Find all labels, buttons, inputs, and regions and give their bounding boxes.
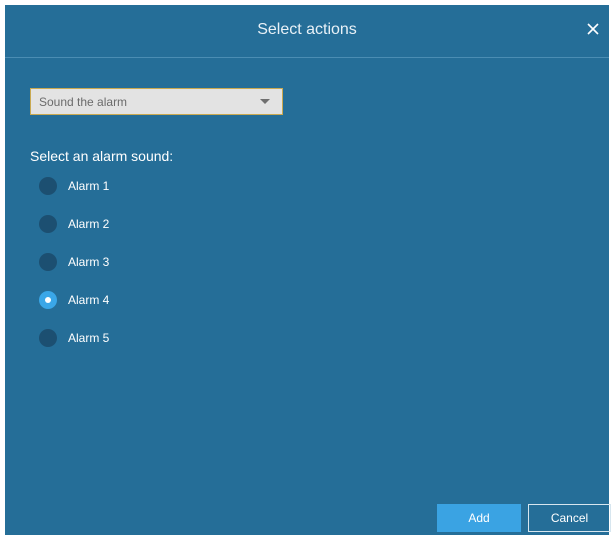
add-button[interactable]: Add <box>437 504 521 532</box>
action-select-value: Sound the alarm <box>39 95 128 109</box>
caret-down-icon <box>260 99 270 104</box>
alarm-radio-group: Alarm 1 Alarm 2 Alarm 3 Alarm 4 Alarm 5 <box>39 175 239 365</box>
alarm-radio-button[interactable] <box>39 329 57 347</box>
alarm-option-1[interactable]: Alarm 1 <box>39 175 239 213</box>
dialog-title: Select actions <box>257 21 357 38</box>
alarm-option-3[interactable]: Alarm 3 <box>39 251 239 289</box>
alarm-radio-button[interactable] <box>39 215 57 233</box>
alarm-option-5[interactable]: Alarm 5 <box>39 327 239 365</box>
close-icon-glyph <box>587 23 599 35</box>
alarm-option-label: Alarm 3 <box>68 255 110 269</box>
alarm-option-label: Alarm 2 <box>68 217 110 231</box>
alarm-radio-button[interactable] <box>39 253 57 271</box>
alarm-option-label: Alarm 1 <box>68 179 110 193</box>
close-icon[interactable] <box>583 19 603 39</box>
dialog-header: Select actions <box>5 5 609 58</box>
cancel-button[interactable]: Cancel <box>528 504 611 532</box>
select-actions-dialog: Select actions Sound the alarm Select an… <box>5 5 611 535</box>
alarm-option-4[interactable]: Alarm 4 <box>39 289 239 327</box>
alarm-sound-label: Select an alarm sound: <box>30 148 174 164</box>
alarm-radio-button[interactable] <box>39 177 57 195</box>
alarm-option-2[interactable]: Alarm 2 <box>39 213 239 251</box>
action-select[interactable]: Sound the alarm <box>30 88 283 115</box>
alarm-radio-button[interactable] <box>39 291 57 309</box>
alarm-option-label: Alarm 5 <box>68 331 110 345</box>
alarm-option-label: Alarm 4 <box>68 293 110 307</box>
